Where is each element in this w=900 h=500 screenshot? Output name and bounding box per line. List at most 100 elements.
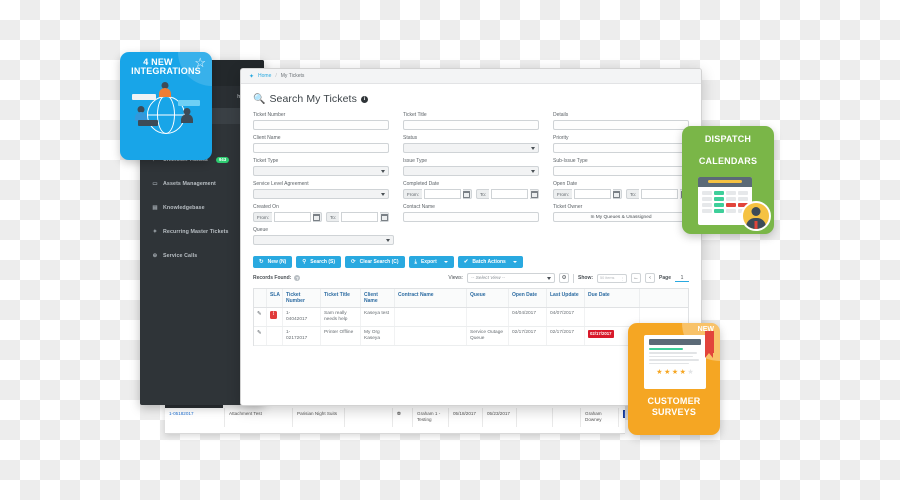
calendar-day xyxy=(714,196,724,201)
export-button[interactable]: ⤓ Export xyxy=(408,256,454,268)
promo-card-surveys[interactable]: NEW ☆ ★★★★★ CUSTOMER SURVEYS xyxy=(628,323,720,435)
chevron-down-icon: ⋮ xyxy=(620,276,625,281)
dropdown-select[interactable] xyxy=(253,235,394,245)
table-header-contract-name[interactable]: Contract Name xyxy=(395,289,467,307)
info-icon[interactable]: i xyxy=(360,95,368,103)
edit-icon[interactable]: ✎ xyxy=(254,327,267,345)
background-list-window: 1-05182017 Attachment Test Parisian Night … xyxy=(165,404,625,434)
table-header-open-date[interactable]: Open Date xyxy=(509,289,547,307)
text-input[interactable] xyxy=(253,143,389,153)
field-label: Completed Date xyxy=(403,181,440,187)
search-s--button[interactable]: ⚲ Search (S) xyxy=(296,256,341,268)
page-label: Page xyxy=(659,275,671,281)
form-field-contact-name: Contact Name xyxy=(403,204,539,222)
table-header-sla[interactable]: SLA xyxy=(267,289,283,307)
from-input[interactable] xyxy=(274,212,311,222)
show-select[interactable]: 50 items ⋮ xyxy=(597,273,628,283)
to-input[interactable] xyxy=(341,212,379,222)
date-range: From: To: xyxy=(253,212,390,222)
sidebar-badge: 943 xyxy=(215,156,230,164)
sidebar-item-label: Recurring Master Tickets xyxy=(163,229,229,235)
team-chip[interactable]: Team xyxy=(623,410,625,418)
table-row[interactable]: ✎ 1- 02172017 Printer Offline My Org Kaseya S… xyxy=(254,327,688,346)
dropdown-select[interactable] xyxy=(403,143,539,153)
form-field-status: Status xyxy=(403,135,539,153)
prev-page-icon[interactable]: ‹ xyxy=(645,273,656,283)
promo-surveys-line1: CUSTOMER xyxy=(647,396,701,406)
table-header-last-update[interactable]: Last Update xyxy=(547,289,585,307)
new-n--button[interactable]: ↻ New (N) xyxy=(253,256,293,268)
breadcrumb-home-link[interactable]: Home xyxy=(258,73,271,79)
calendar-icon[interactable] xyxy=(462,189,472,199)
calendar-day xyxy=(714,208,724,213)
chevron-down-icon xyxy=(385,238,390,242)
field-label: Queue xyxy=(253,227,269,233)
star-icon: ★ xyxy=(687,369,694,377)
calendar-icon[interactable] xyxy=(530,189,540,199)
text-input[interactable] xyxy=(553,143,689,153)
text-input[interactable] xyxy=(553,120,689,130)
action-toolbar: ↻ New (N) ⚲ Search (S) ⟳ Clear Search (C) ⤓ Exp… xyxy=(241,250,701,273)
text-input[interactable] xyxy=(253,120,389,130)
text-input[interactable] xyxy=(403,120,539,130)
chevron-down-icon xyxy=(381,169,385,173)
field-label: Ticket Title xyxy=(403,112,427,118)
star-icon: ★ xyxy=(656,369,663,377)
table-header-actions[interactable] xyxy=(254,289,267,307)
form-field-client-name: Client Name xyxy=(253,135,389,153)
calendar-icon[interactable] xyxy=(612,189,622,199)
clear-search-c--button[interactable]: ⟳ Clear Search (C) xyxy=(345,256,405,268)
gear-icon[interactable]: ⚙ xyxy=(559,273,570,283)
form-row: Queue xyxy=(253,227,689,245)
refresh-icon: ⟳ xyxy=(351,259,356,265)
to-input[interactable] xyxy=(491,189,529,199)
form-field-open-date: Open Date From: To: xyxy=(553,181,690,199)
calendar-icon[interactable] xyxy=(312,212,322,222)
table-row[interactable]: ✎! 1- 04042017 Sam really needs help Kaseya … xyxy=(254,308,688,327)
promo-card-integrations[interactable]: ☆ 4 NEW INTEGRATIONS xyxy=(120,52,212,160)
table-header-queue[interactable]: Queue xyxy=(467,289,509,307)
table-header-client-name[interactable]: Client Name xyxy=(361,289,395,307)
from-input[interactable] xyxy=(424,189,461,199)
chip-left xyxy=(132,93,156,100)
contract-name-cell xyxy=(395,308,467,326)
last-update-cell: 04/07/2017 xyxy=(547,308,585,326)
field-label: Ticket Number xyxy=(253,112,286,118)
dropdown-select[interactable] xyxy=(253,166,389,176)
table-header-due-date[interactable]: Due Date xyxy=(585,289,640,307)
button-label: Clear Search (C) xyxy=(359,259,399,265)
text-input[interactable] xyxy=(553,166,689,176)
readonly-value[interactable]: In My Queues & Unassigned xyxy=(553,212,689,222)
star-icon: ★ xyxy=(664,369,671,377)
text-input[interactable] xyxy=(403,212,539,222)
date-range: From: To: xyxy=(403,189,540,199)
question-icon[interactable]: ? xyxy=(294,275,301,281)
form-row: Client Name Status Priority xyxy=(253,135,689,153)
search-form: Ticket Number Ticket Title Details Client N… xyxy=(241,112,701,245)
table-header-ticket-title[interactable]: Ticket Title xyxy=(321,289,361,307)
ticket-link[interactable]: 1-05182017 xyxy=(169,411,194,416)
to-label: To: xyxy=(475,189,490,199)
promo-card-dispatch[interactable]: DISPATCH CALENDARS xyxy=(682,126,774,234)
ticket-number-cell[interactable]: 1- 02172017 xyxy=(283,327,321,345)
client-name-cell: My Org Kaseya xyxy=(361,327,395,345)
form-row: Service Level Agreement Completed Date Fro… xyxy=(253,181,690,199)
star-icon: ★ xyxy=(679,369,686,377)
ticket-number-cell[interactable]: 1- 04042017 xyxy=(283,308,321,326)
to-input[interactable] xyxy=(641,189,679,199)
batch-actions-button[interactable]: ✔ Batch Actions xyxy=(457,256,523,268)
first-page-icon[interactable]: ← xyxy=(631,273,642,283)
strip-cell: Attachment Test xyxy=(225,408,293,427)
dropdown-select[interactable] xyxy=(253,189,389,199)
chevron-down-icon xyxy=(381,192,385,196)
sla-cell xyxy=(267,327,283,345)
page-input[interactable]: 1 xyxy=(675,275,689,282)
form-field-queue: Queue xyxy=(253,227,394,245)
dropdown-select[interactable] xyxy=(403,166,539,176)
calendar-icon[interactable] xyxy=(380,212,390,222)
views-select[interactable]: -- Select View -- xyxy=(467,273,556,283)
table-header-ticket-number[interactable]: Ticket Number xyxy=(283,289,321,307)
from-input[interactable] xyxy=(574,189,611,199)
edit-icon[interactable]: ✎ xyxy=(254,308,267,326)
field-label: Created On xyxy=(253,204,279,210)
